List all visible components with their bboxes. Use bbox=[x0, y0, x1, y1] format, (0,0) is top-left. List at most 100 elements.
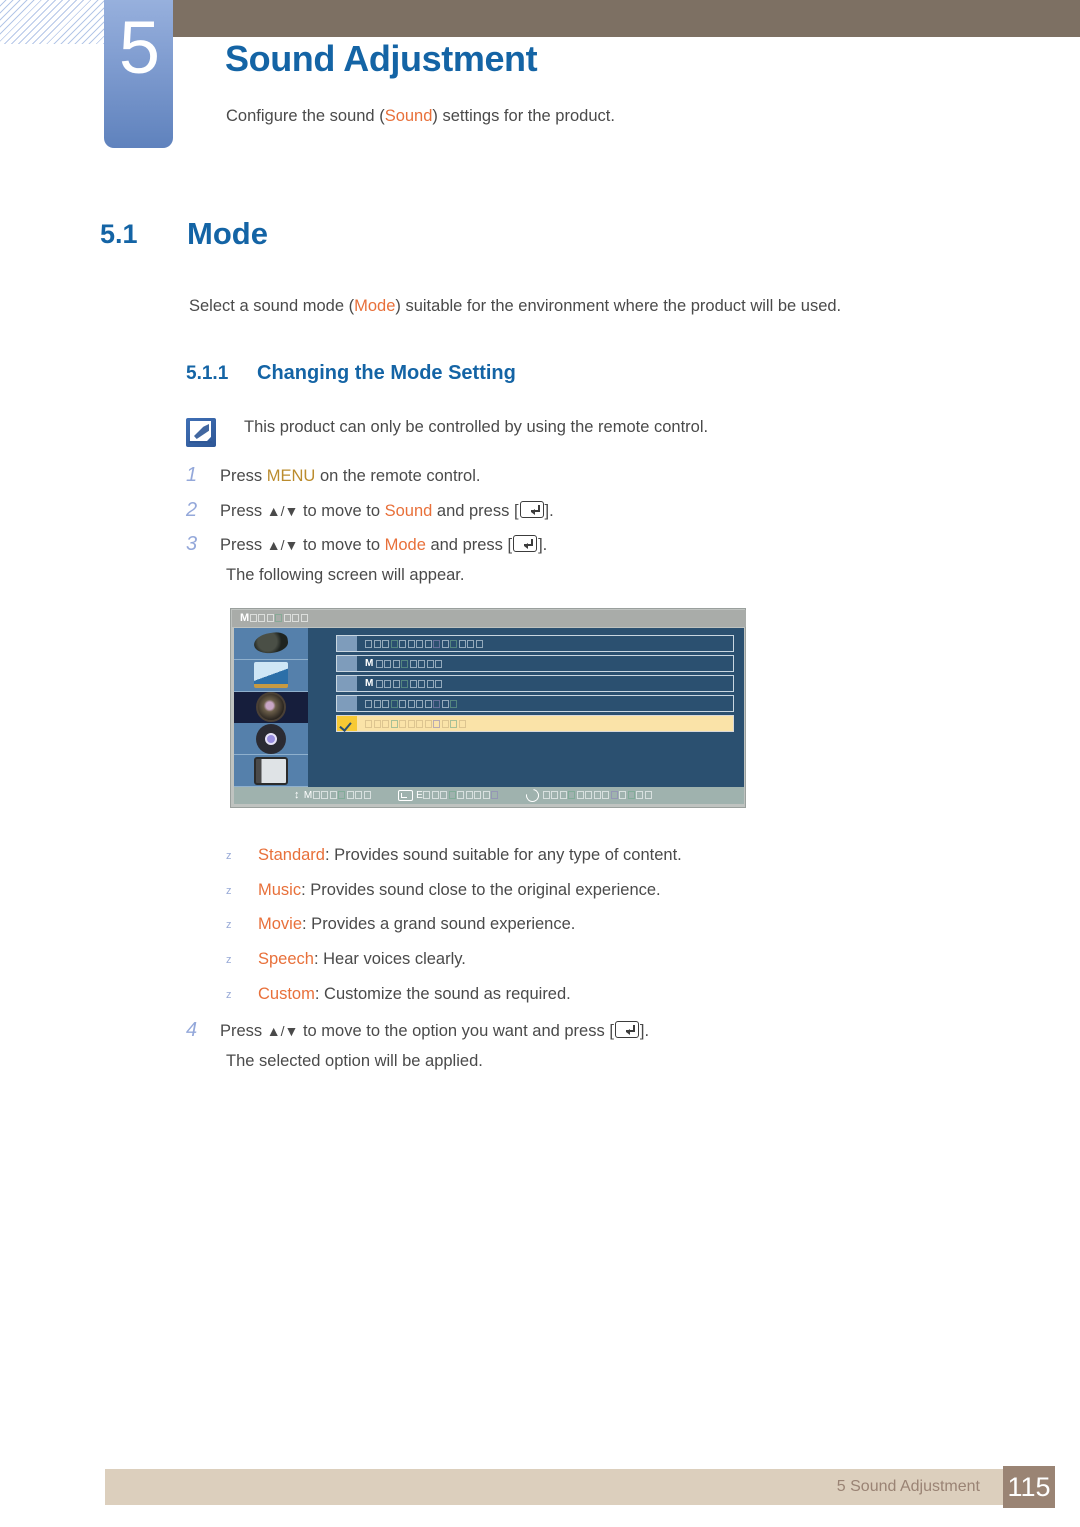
osd-sidebar-item-system[interactable] bbox=[234, 723, 308, 756]
step-4-text: Press ▲/▼ to move to the option you want… bbox=[220, 1021, 649, 1042]
chapter-description-keyword: Sound bbox=[384, 107, 433, 125]
step-1-suffix: on the remote control. bbox=[315, 467, 481, 485]
osd-hint-return bbox=[523, 786, 654, 805]
mode-desc: : Provides a grand sound experience. bbox=[302, 915, 576, 933]
osd-menu-row[interactable] bbox=[336, 635, 734, 652]
screen-adjustment-icon bbox=[254, 662, 288, 689]
step-2-suffix: and press [ bbox=[432, 502, 519, 520]
bullet-icon: z bbox=[226, 954, 232, 966]
chapter-description-after: ) settings for the product. bbox=[432, 107, 615, 125]
section-intro-before: Select a sound mode ( bbox=[189, 297, 355, 315]
osd-title-bar: M bbox=[232, 610, 746, 627]
osd-menu-row[interactable]: M bbox=[336, 655, 734, 672]
osd-row-label: M bbox=[357, 676, 733, 691]
header-bar bbox=[173, 0, 1080, 37]
step-2: 2 Press ▲/▼ to move to Sound and press [… bbox=[186, 499, 554, 522]
page-number: 115 bbox=[1003, 1466, 1055, 1508]
enter-key-icon bbox=[519, 501, 544, 518]
step-3-text: Press ▲/▼ to move to Mode and press []. bbox=[220, 535, 547, 556]
osd-row-chip bbox=[337, 696, 357, 711]
note-text: This product can only be controlled by u… bbox=[244, 418, 709, 436]
osd-row-check-icon bbox=[337, 716, 357, 731]
mode-item: z Speech: Hear voices clearly. bbox=[226, 950, 466, 969]
osd-sidebar-item-picture[interactable] bbox=[234, 628, 308, 660]
osd-menu-row[interactable]: M bbox=[336, 675, 734, 692]
step-4-prefix: Press bbox=[220, 1022, 267, 1040]
step-3-followup: The following screen will appear. bbox=[226, 566, 465, 584]
step-3-prefix: Press bbox=[220, 536, 267, 554]
section-title: Mode bbox=[187, 216, 268, 251]
enter-key-icon bbox=[398, 790, 414, 801]
enter-key-icon bbox=[513, 535, 538, 552]
osd-hint-enter: E bbox=[398, 790, 500, 801]
mode-name: Custom bbox=[258, 985, 315, 1003]
step-4-tail: ]. bbox=[639, 1022, 650, 1040]
osd-title-text: M bbox=[240, 612, 250, 624]
mode-name: Music bbox=[258, 881, 302, 899]
step-1: 1 Press MENU on the remote control. bbox=[186, 464, 480, 487]
footer-chapter-label: 5 Sound Adjustment bbox=[836, 1478, 980, 1495]
osd-footer-hints: ↕ M E bbox=[234, 786, 744, 805]
osd-menu-row-selected[interactable] bbox=[336, 715, 734, 732]
step-1-keyword: MENU bbox=[266, 467, 316, 485]
step-3-middle: to move to bbox=[298, 536, 385, 554]
picture-icon bbox=[252, 631, 290, 656]
osd-hint-move: ↕ M bbox=[294, 790, 372, 801]
osd-row-label bbox=[357, 716, 733, 731]
multi-control-icon bbox=[254, 756, 288, 785]
osd-menu-row[interactable] bbox=[336, 695, 734, 712]
mode-desc: : Hear voices clearly. bbox=[313, 950, 466, 968]
step-3-tail: ]. bbox=[538, 536, 548, 554]
step-2-prefix: Press bbox=[220, 502, 267, 520]
osd-body: M M bbox=[234, 628, 744, 787]
osd-title-glyphs bbox=[249, 612, 310, 624]
return-arrow-icon bbox=[523, 786, 542, 805]
osd-sidebar-item-screen-adjustment[interactable] bbox=[234, 660, 308, 692]
sound-icon bbox=[256, 691, 286, 722]
step-3-number: 3 bbox=[186, 533, 198, 555]
osd-sidebar-item-sound[interactable] bbox=[234, 691, 308, 724]
step-2-middle: to move to bbox=[298, 502, 385, 520]
chapter-description-before: Configure the sound ( bbox=[226, 107, 385, 125]
subsection-number: 5.1.1 bbox=[186, 363, 229, 384]
updown-arrows-icon: ▲/▼ bbox=[266, 503, 299, 519]
osd-hint-enter-prefix: E bbox=[416, 790, 424, 801]
step-2-tail: ]. bbox=[544, 502, 554, 520]
osd-hint-move-glyphs bbox=[312, 790, 373, 801]
note-row: This product can only be controlled by u… bbox=[186, 418, 708, 447]
subsection-title: Changing the Mode Setting bbox=[257, 362, 516, 384]
step-1-text: Press MENU on the remote control. bbox=[220, 467, 480, 487]
step-1-prefix: Press bbox=[220, 467, 267, 485]
chapter-tab: 5 bbox=[104, 0, 173, 148]
mode-item: z Custom: Customize the sound as required… bbox=[226, 985, 571, 1004]
osd-hint-move-prefix: M bbox=[303, 790, 313, 801]
note-pencil-icon bbox=[186, 418, 216, 447]
mode-name: Movie bbox=[258, 915, 303, 933]
osd-menu-list: M M bbox=[308, 628, 744, 787]
mode-item: z Movie: Provides a grand sound experienc… bbox=[226, 915, 575, 934]
section-intro-after: ) suitable for the environment where the… bbox=[395, 297, 842, 315]
step-4-number: 4 bbox=[186, 1019, 198, 1041]
mode-desc: : Provides sound suitable for any type o… bbox=[324, 846, 682, 864]
step-2-keyword: Sound bbox=[384, 502, 433, 520]
step-1-number: 1 bbox=[186, 464, 198, 486]
updown-arrows-icon: ▲/▼ bbox=[266, 1023, 299, 1039]
decorative-hatch-pattern bbox=[0, 0, 104, 44]
step-3: 3 Press ▲/▼ to move to Mode and press []… bbox=[186, 533, 547, 556]
updown-arrows-icon: ▲/▼ bbox=[266, 537, 299, 553]
bullet-icon: z bbox=[226, 919, 232, 931]
osd-row-chip bbox=[337, 656, 357, 671]
section-intro: Select a sound mode (Mode) suitable for … bbox=[189, 297, 841, 316]
osd-row-label bbox=[357, 696, 733, 711]
page-footer: 5 Sound Adjustment 115 bbox=[105, 1466, 1055, 1508]
osd-hint-enter-glyphs bbox=[423, 790, 500, 801]
bullet-icon: z bbox=[226, 989, 232, 1001]
step-3-suffix: and press [ bbox=[425, 536, 513, 554]
chapter-title: Sound Adjustment bbox=[225, 38, 538, 79]
osd-sidebar bbox=[234, 628, 308, 787]
step-4: 4 Press ▲/▼ to move to the option you wa… bbox=[186, 1019, 649, 1042]
section-number: 5.1 bbox=[100, 219, 138, 249]
osd-row-chip bbox=[337, 676, 357, 691]
osd-menu-screenshot: M M M ↕ M E bbox=[230, 608, 746, 808]
osd-sidebar-item-multi-control[interactable] bbox=[234, 755, 308, 787]
